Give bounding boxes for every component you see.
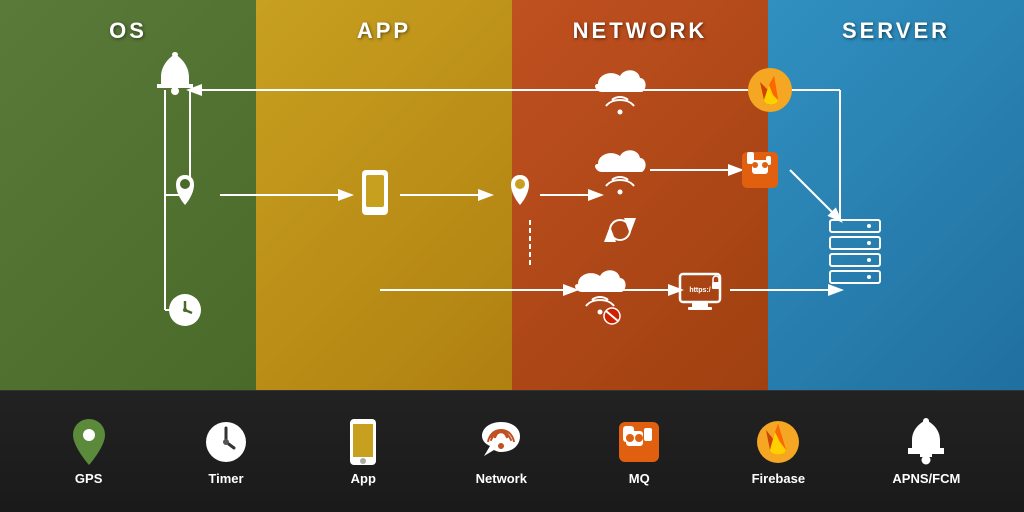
col-os-header: OS [109, 0, 147, 44]
legend-network-icon-wrap [476, 417, 526, 467]
apns-icon [904, 418, 948, 466]
mq-icon [617, 420, 661, 464]
col-server-header: SERVER [842, 0, 950, 44]
legend-mq-label: MQ [629, 471, 650, 486]
legend-network-label: Network [476, 471, 527, 486]
col-app-header: APP [357, 0, 411, 44]
col-network-header: NETWORK [573, 0, 708, 44]
gps-icon [69, 417, 109, 467]
legend-gps-label: GPS [75, 471, 102, 486]
legend-item-mq: MQ [614, 417, 664, 486]
legend-timer-icon-wrap [201, 417, 251, 467]
legend-mq-icon-wrap [614, 417, 664, 467]
diagram-area: OS APP NETWORK SERVER [0, 0, 1024, 390]
legend-bar: GPS Timer App [0, 390, 1024, 512]
legend-gps-icon-wrap [64, 417, 114, 467]
legend-item-timer: Timer [201, 417, 251, 486]
legend-item-app: App [338, 417, 388, 486]
legend-firebase-icon-wrap [753, 417, 803, 467]
col-network: NETWORK [512, 0, 768, 390]
legend-app-icon-wrap [338, 417, 388, 467]
firebase-legend-icon [756, 420, 800, 464]
col-app: APP [256, 0, 512, 390]
legend-item-network: Network [476, 417, 527, 486]
legend-item-gps: GPS [64, 417, 114, 486]
timer-icon [204, 420, 248, 464]
legend-apns-icon-wrap [901, 417, 951, 467]
app-icon [348, 417, 378, 467]
col-server: SERVER [768, 0, 1024, 390]
legend-app-label: App [351, 471, 376, 486]
legend-timer-label: Timer [208, 471, 243, 486]
main-container: OS APP NETWORK SERVER [0, 0, 1024, 512]
network-icon [476, 420, 526, 464]
legend-firebase-label: Firebase [752, 471, 805, 486]
legend-item-firebase: Firebase [752, 417, 805, 486]
legend-apns-label: APNS/FCM [892, 471, 960, 486]
legend-item-apns: APNS/FCM [892, 417, 960, 486]
col-os: OS [0, 0, 256, 390]
